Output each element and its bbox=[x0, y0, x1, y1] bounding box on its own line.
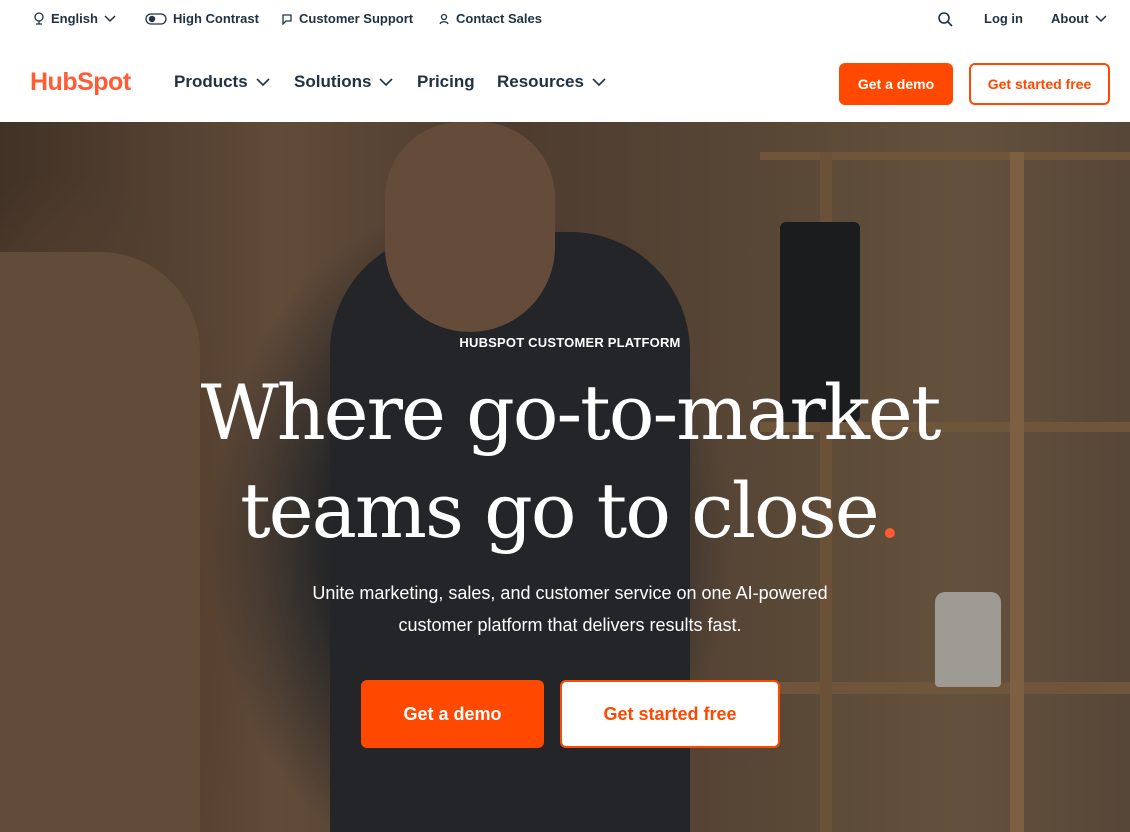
nav-solutions[interactable]: Solutions bbox=[294, 72, 394, 92]
hero-section: HUBSPOT CUSTOMER PLATFORM Where go-to-ma… bbox=[0, 122, 1130, 832]
chevron-down-icon bbox=[592, 77, 606, 86]
nav-products-label: Products bbox=[174, 72, 248, 91]
nav-pricing-label: Pricing bbox=[417, 72, 475, 91]
nav-products[interactable]: Products bbox=[174, 72, 270, 92]
language-selector[interactable]: English bbox=[33, 11, 116, 26]
nav-get-demo-button[interactable]: Get a demo bbox=[839, 63, 953, 105]
high-contrast-toggle[interactable]: High Contrast bbox=[145, 11, 259, 26]
hero-headline-dot: . bbox=[877, 466, 902, 555]
about-label: About bbox=[1051, 11, 1089, 26]
nav-get-started-button[interactable]: Get started free bbox=[969, 63, 1110, 105]
hero-headline-line2: teams go to close. bbox=[0, 462, 1130, 560]
hero-headline-line1: Where go-to-market bbox=[200, 368, 942, 457]
customer-support-link[interactable]: Customer Support bbox=[281, 11, 413, 26]
contact-sales-label: Contact Sales bbox=[456, 11, 542, 26]
chevron-down-icon bbox=[379, 77, 394, 86]
search-icon bbox=[938, 12, 953, 27]
hero-headline-line2-text: teams go to close bbox=[240, 466, 880, 555]
language-label: English bbox=[51, 11, 98, 26]
nav-resources[interactable]: Resources bbox=[497, 72, 606, 92]
nav-pricing[interactable]: Pricing bbox=[417, 72, 475, 92]
chevron-down-icon bbox=[256, 77, 270, 86]
high-contrast-label: High Contrast bbox=[173, 11, 259, 26]
about-menu[interactable]: About bbox=[1051, 11, 1107, 26]
globe-icon bbox=[34, 12, 44, 25]
nav-resources-label: Resources bbox=[497, 72, 584, 91]
contrast-toggle-icon bbox=[145, 12, 167, 25]
contact-sales-link[interactable]: Contact Sales bbox=[438, 11, 542, 26]
utility-bar: English High Contrast Customer Support C… bbox=[0, 0, 1130, 40]
hero-eyebrow: HUBSPOT CUSTOMER PLATFORM bbox=[459, 335, 681, 350]
nav-solutions-label: Solutions bbox=[294, 72, 372, 91]
hero-get-demo-button[interactable]: Get a demo bbox=[361, 680, 544, 748]
hero-headline: Where go-to-market teams go to close. bbox=[0, 364, 1130, 560]
chat-icon bbox=[282, 13, 292, 25]
hero-subtext-line2: customer platform that delivers results … bbox=[398, 615, 742, 635]
hero-subtext: Unite marketing, sales, and customer ser… bbox=[290, 577, 850, 641]
login-label: Log in bbox=[984, 11, 1023, 26]
hero-subtext-line1: Unite marketing, sales, and customer ser… bbox=[312, 583, 828, 603]
search-button[interactable] bbox=[938, 12, 953, 27]
main-nav: HubSpot Products Solutions Pricing Resou… bbox=[0, 40, 1130, 122]
hubspot-logo[interactable]: HubSpot bbox=[30, 68, 131, 97]
person-icon bbox=[439, 13, 449, 24]
chevron-down-icon bbox=[104, 14, 116, 22]
hero-get-started-button[interactable]: Get started free bbox=[560, 680, 780, 748]
login-link[interactable]: Log in bbox=[984, 11, 1023, 26]
customer-support-label: Customer Support bbox=[299, 11, 414, 26]
chevron-down-icon bbox=[1095, 14, 1107, 22]
